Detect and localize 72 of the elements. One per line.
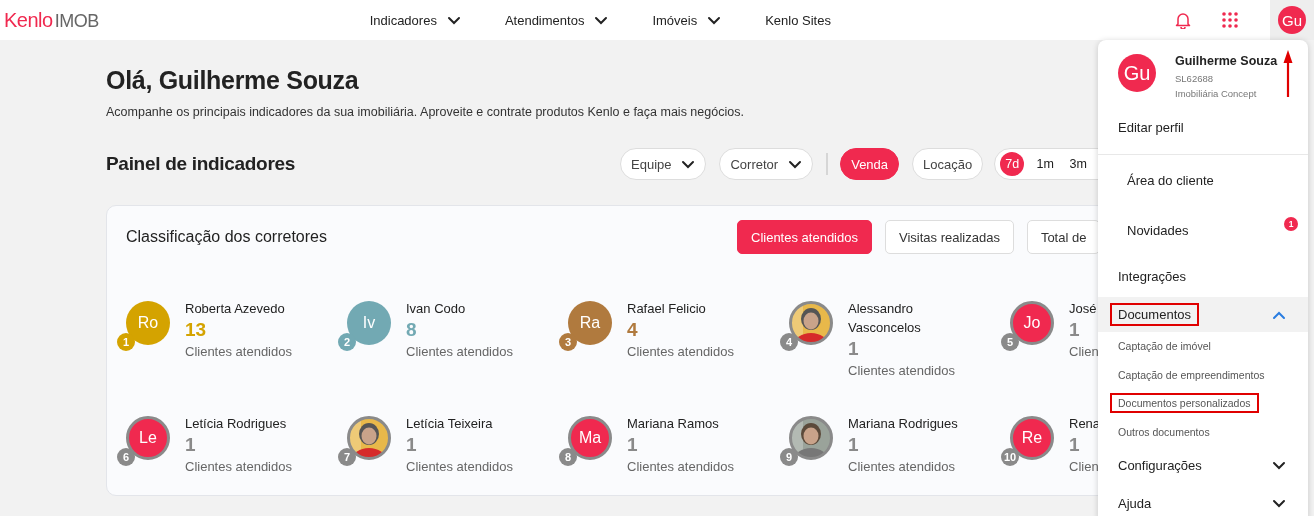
business-type-toggle[interactable]: Locação [912,148,984,180]
menu-section[interactable]: Ajuda [1098,484,1308,516]
submenu-item[interactable]: Outros documentos [1098,417,1308,446]
broker-name: Rafael Felicio [627,300,706,318]
count-label: Clientes atendidos [627,343,734,361]
count-label: Clientes atendidos [185,458,292,476]
metric-tab[interactable]: Total de [1026,220,1101,254]
user-avatar: Gu [1118,54,1156,92]
company-name: Imobiliária Concept [1175,88,1258,99]
submenu-item[interactable]: Captação de empreendimentos [1098,360,1308,389]
apps-grid-icon[interactable] [1222,12,1238,28]
client-count: 1 [1069,433,1080,457]
notification-badge: 1 [1284,217,1298,231]
broker-name: José [1069,300,1097,318]
count-label: Clientes atendidos [185,343,292,361]
broker-name: Mariana Rodrigues [848,415,958,433]
menu-item[interactable]: Integrações [1098,255,1308,297]
rank-badge: 9 [780,448,798,466]
user-code: SL62688 [1175,73,1215,84]
client-count: 1 [627,433,638,457]
broker-name: Roberta Azevedo [185,300,285,318]
client-count: 8 [406,318,417,342]
count-label: Clien [1069,458,1099,476]
nav-menu-item[interactable]: Imóveis [652,12,722,28]
user-name: Guilherme Souza [1175,54,1278,68]
annotation-arrow [1283,50,1293,98]
product-name: IMOB [54,10,99,32]
metric-tab[interactable]: Visitas realizadas [884,220,1014,254]
period-option[interactable]: 1m [1033,152,1058,176]
client-count: 1 [1069,318,1080,342]
count-label: Clientes atendidos [406,343,513,361]
client-count: 1 [406,433,417,457]
menu-section[interactable]: Documentos [1098,297,1308,332]
broker-name: Ivan Codo [406,300,466,318]
count-label: Clientes atendidos [627,458,734,476]
bell-icon[interactable] [1174,11,1192,29]
broker-name: Letícia Teixeira [406,415,493,433]
brand-logo[interactable]: Kenlo [4,8,53,32]
client-count: 13 [185,318,207,342]
menu-item[interactable]: Área do cliente [1098,155,1308,205]
panel-title: Painel de indicadores [106,153,297,175]
greeting-title: Olá, Guilherme Souza [106,66,359,95]
client-count: 1 [848,337,859,361]
nav-menu-item[interactable]: Kenlo Sites [765,12,831,28]
nav-menu-item[interactable]: Indicadores [369,12,461,28]
rank-badge: 4 [780,333,798,351]
filter-dropdown[interactable]: Corretor [719,148,814,180]
client-count: 1 [848,433,859,457]
metric-tab[interactable]: Clientes atendidos [737,220,872,254]
greeting-subtitle: Acompanhe os principais indicadores da sua imobiliária. Aproveite e contrate produtos Kenlo e faça mais negócios. [106,105,745,119]
filter-dropdown[interactable]: Equipe [620,148,707,180]
count-label: Clientes atendidos [848,362,955,380]
broker-name: Mariana Ramos [627,415,719,433]
count-label: Clientes atendidos [848,458,955,476]
rank-badge: 10 [1001,448,1019,466]
client-count: 1 [185,433,196,457]
broker-name: Alessandro Vasconcelos [848,300,922,337]
menu-section[interactable]: Configurações [1098,446,1308,484]
count-label: Clientes atendidos [406,458,513,476]
user-avatar-button[interactable]: Gu [1270,0,1314,40]
client-count: 4 [627,318,638,342]
period-option[interactable]: 7d [1000,152,1025,176]
menu-item[interactable]: Novidades 1 [1098,205,1308,255]
submenu-item[interactable]: Captação de imóvel [1098,332,1308,361]
broker-name: Letícia Rodrigues [185,415,287,433]
period-option[interactable]: 3m [1066,152,1091,176]
ranking-title: Classificação dos corretores [126,228,328,246]
business-type-toggle[interactable]: Venda [840,148,900,180]
rank-badge: 7 [338,448,356,466]
menu-item[interactable]: Editar perfil [1098,106,1308,148]
count-label: Clien [1069,343,1099,361]
nav-menu-item[interactable]: Atendimentos [504,12,609,28]
